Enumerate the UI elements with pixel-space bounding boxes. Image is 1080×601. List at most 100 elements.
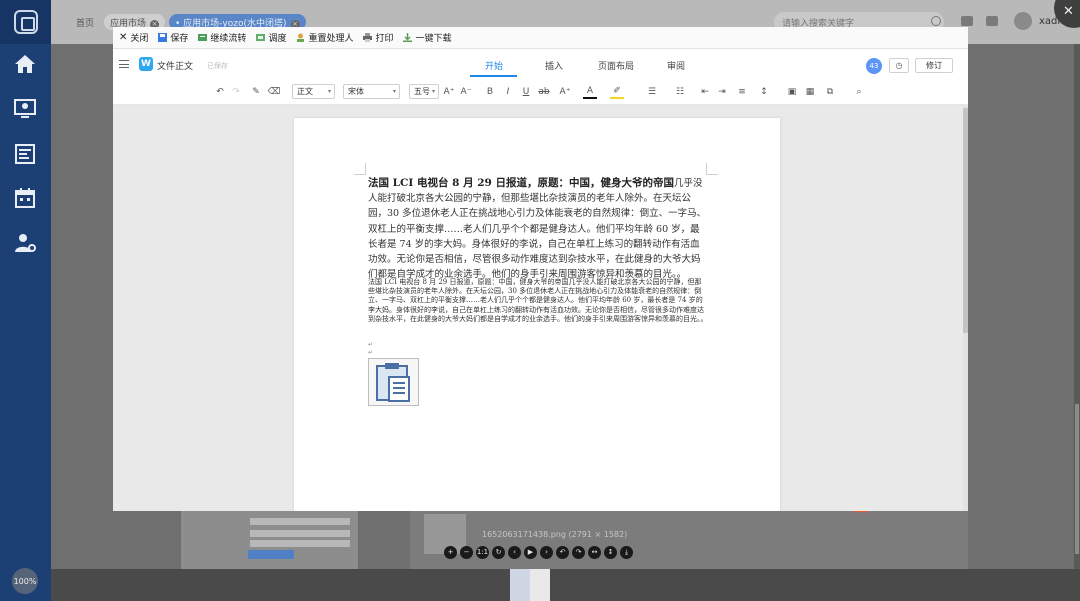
- font-size-select[interactable]: 五号 ▾: [409, 84, 439, 99]
- ribbon: W 文件正文 已保存 开始 插入 页面布局 审阅 43 ◷ 修订 ↶ ↷ ✎ ⌫…: [113, 49, 968, 105]
- paragraph-text: 几乎没人能打破北京各大公园的宁静，但那些堪比杂技演员的老年人除外。在天坛公园，3…: [368, 178, 707, 281]
- zoom-out-icon[interactable]: −: [460, 546, 473, 559]
- clear-format-icon[interactable]: ⌫: [268, 85, 281, 99]
- shapes-icon[interactable]: ⧉: [823, 85, 837, 99]
- line-spacing-icon[interactable]: ↕: [757, 85, 771, 99]
- clock-icon: ◷: [895, 61, 903, 70]
- numbered-list-icon[interactable]: ☷: [673, 85, 687, 99]
- active-tab-indicator: [470, 75, 517, 77]
- thumbnail-strip: [51, 569, 1080, 601]
- bold-icon[interactable]: B: [485, 85, 495, 99]
- menu-icon[interactable]: [119, 60, 129, 68]
- document-page[interactable]: 法国 LCI 电视台 8 月 29 日报道，原题：中国，健身大爷的帝国几乎没人能…: [294, 118, 780, 511]
- actual-size-icon[interactable]: 1:1: [476, 546, 489, 559]
- action-label: 一键下载: [415, 34, 452, 44]
- reset-handler-button[interactable]: 重置处理人: [296, 31, 353, 44]
- print-button[interactable]: 打印: [363, 31, 393, 44]
- underline-icon[interactable]: U: [521, 85, 531, 99]
- table-icon[interactable]: ▦: [803, 85, 817, 99]
- schedule-icon: [256, 34, 266, 41]
- align-icon[interactable]: ≡: [735, 85, 749, 99]
- tab-label: 首页: [76, 19, 95, 29]
- flip-vertical-icon[interactable]: ↕: [604, 546, 617, 559]
- revise-button[interactable]: 修订: [915, 58, 953, 73]
- zoom-in-icon[interactable]: +: [444, 546, 457, 559]
- italic-icon[interactable]: I: [503, 85, 513, 99]
- document-title: 文件正文: [157, 62, 194, 72]
- action-label: 关闭: [130, 34, 149, 44]
- left-rail: 100%: [0, 0, 51, 601]
- embedded-object[interactable]: [368, 358, 419, 406]
- history-button[interactable]: ◷: [889, 58, 909, 73]
- zoom-indicator[interactable]: 100%: [12, 568, 38, 594]
- action-label: 保存: [170, 34, 189, 44]
- user-settings-icon[interactable]: [13, 232, 37, 254]
- writer-logo-icon: W: [139, 57, 153, 71]
- download-icon[interactable]: ⤓: [620, 546, 633, 559]
- comment-count-badge[interactable]: 43: [866, 58, 882, 74]
- strip-thumbnail[interactable]: [510, 569, 550, 601]
- strikethrough-icon[interactable]: ab: [538, 85, 549, 99]
- action-label: 重置处理人: [308, 34, 354, 44]
- print-icon: [363, 33, 373, 42]
- paragraph-mark: ↵: [368, 349, 374, 356]
- image-filename: 1652063171438.png (2791 × 1582): [482, 530, 628, 539]
- editor-scrollbar[interactable]: [963, 106, 968, 511]
- style-value: 正文: [297, 87, 313, 96]
- page-scrollbar[interactable]: [1074, 44, 1080, 569]
- format-painter-icon[interactable]: ✎: [250, 85, 262, 99]
- next-icon[interactable]: ›: [540, 546, 553, 559]
- calendar-icon[interactable]: [13, 187, 37, 209]
- text-effect-icon[interactable]: A⁺: [558, 85, 572, 99]
- action-label: 继续流转: [210, 34, 247, 44]
- one-click-download-button[interactable]: 一键下载: [403, 31, 452, 44]
- redo-icon[interactable]: ↷: [230, 85, 242, 99]
- close-button[interactable]: ✕ 关闭: [119, 31, 148, 44]
- monitor-user-icon[interactable]: [13, 98, 37, 120]
- find-icon[interactable]: ⌕: [852, 85, 866, 99]
- decrease-font-icon[interactable]: A⁻: [460, 85, 472, 99]
- clipboard-icon: [376, 363, 410, 402]
- avatar[interactable]: [1014, 12, 1032, 30]
- paragraph-1[interactable]: 法国 LCI 电视台 8 月 29 日报道，原题：中国，健身大爷的帝国几乎没人能…: [368, 176, 708, 282]
- tab-home[interactable]: 首页: [70, 14, 100, 30]
- indent-icon[interactable]: ⇥: [716, 85, 728, 99]
- style-select[interactable]: 正文 ▾: [292, 84, 335, 99]
- form-submit-button[interactable]: [248, 550, 294, 559]
- search-icon[interactable]: [931, 16, 941, 26]
- save-button[interactable]: 保存: [158, 31, 188, 44]
- font-color-icon[interactable]: A: [583, 85, 597, 99]
- text-box-icon[interactable]: ▣: [786, 85, 798, 99]
- app-logo[interactable]: [0, 0, 51, 44]
- rotate-left-icon[interactable]: ↶: [556, 546, 569, 559]
- home-icon[interactable]: [13, 53, 37, 75]
- tab-start[interactable]: 开始: [485, 59, 503, 72]
- margin-corner-mark: [354, 163, 366, 175]
- paragraph-2[interactable]: 法国 LCI 电视台 8 月 29 日报道，原题：中国，健身大爷的帝国几乎没人能…: [368, 278, 708, 324]
- form-field: [250, 540, 350, 547]
- message-icon[interactable]: [961, 16, 973, 26]
- prev-icon[interactable]: ‹: [508, 546, 521, 559]
- outdent-icon[interactable]: ⇤: [699, 85, 711, 99]
- tab-page-layout[interactable]: 页面布局: [598, 59, 634, 72]
- document-list-icon[interactable]: [13, 143, 37, 165]
- form-field: [250, 530, 350, 537]
- schedule-button[interactable]: 调度: [256, 31, 286, 44]
- action-label: 调度: [268, 34, 287, 44]
- save-icon: [158, 33, 168, 42]
- rotate-right-icon[interactable]: ↷: [572, 546, 585, 559]
- undo-icon[interactable]: ↶: [214, 85, 226, 99]
- continue-flow-button[interactable]: 继续流转: [198, 31, 246, 44]
- play-icon[interactable]: ▶: [524, 546, 537, 559]
- tab-insert[interactable]: 插入: [545, 59, 563, 72]
- close-icon: ✕: [1063, 4, 1074, 19]
- font-select[interactable]: 宋体 ▾: [343, 84, 400, 99]
- flip-horizontal-icon[interactable]: ↔: [588, 546, 601, 559]
- shirt-icon[interactable]: [986, 16, 998, 26]
- increase-font-icon[interactable]: A⁺: [443, 85, 455, 99]
- tab-review[interactable]: 审阅: [667, 59, 685, 72]
- reset-icon[interactable]: ↻: [492, 546, 505, 559]
- bullet-list-icon[interactable]: ☰: [645, 85, 659, 99]
- background-preview: [410, 510, 968, 572]
- highlight-icon[interactable]: ✐: [610, 85, 624, 99]
